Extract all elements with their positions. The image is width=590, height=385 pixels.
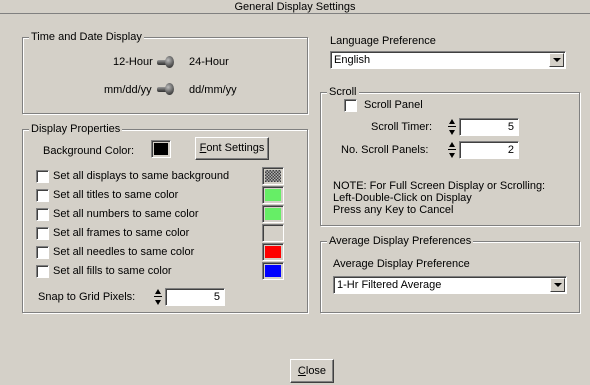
- same-frames-checkbox[interactable]: [36, 227, 49, 240]
- snap-grid-input[interactable]: 5: [165, 288, 225, 306]
- spin-down-icon: [449, 153, 455, 158]
- spin-down-icon: [155, 300, 161, 305]
- spin-up-icon: [155, 289, 161, 294]
- close-accel: C: [297, 365, 306, 377]
- scroll-panels-label: No. Scroll Panels:: [341, 144, 429, 156]
- scroll-timer-label: Scroll Timer:: [371, 121, 433, 133]
- display-properties-legend: Display Properties: [29, 123, 123, 135]
- scroll-timer-spinner[interactable]: [448, 118, 457, 136]
- mm-dd-yy-label: mm/dd/yy: [104, 84, 152, 96]
- average-select[interactable]: 1-Hr Filtered Average: [333, 276, 567, 294]
- same-background-label: Set all displays to same background: [53, 170, 230, 182]
- time-date-group: Time and Date Display 12-Hour 24-Hour mm…: [22, 31, 308, 114]
- background-pattern-swatch[interactable]: [262, 167, 284, 185]
- date-format-toggle[interactable]: [155, 82, 175, 96]
- chevron-down-icon[interactable]: [549, 53, 564, 67]
- scroll-panels-input[interactable]: 2: [459, 141, 519, 159]
- average-legend: Average Display Preferences: [327, 235, 474, 247]
- fills-color-fill: [265, 265, 281, 277]
- same-fills-label: Set all fills to same color: [53, 265, 172, 277]
- average-group: Average Display Preferences Average Disp…: [320, 235, 580, 313]
- dd-mm-yy-label: dd/mm/yy: [189, 84, 237, 96]
- close-label: lose: [305, 365, 327, 377]
- chevron-down-icon[interactable]: [550, 278, 565, 292]
- frames-color-swatch[interactable]: [262, 224, 284, 242]
- needles-color-fill: [265, 246, 281, 258]
- spin-divider: [448, 149, 456, 150]
- same-titles-checkbox[interactable]: [36, 189, 49, 202]
- snap-grid-spinner[interactable]: [154, 288, 163, 306]
- language-select[interactable]: English: [330, 51, 566, 69]
- toggle-knob: [165, 83, 174, 95]
- numbers-color-fill: [265, 208, 281, 220]
- scroll-timer-input[interactable]: 5: [459, 118, 519, 136]
- spin-up-icon: [449, 119, 455, 124]
- display-properties-group: Display Properties Background Color: Fon…: [22, 123, 308, 313]
- scroll-panel-label: Scroll Panel: [364, 99, 423, 111]
- same-needles-label: Set all needles to same color: [53, 246, 195, 258]
- scroll-note-line-3: Press any Key to Cancel: [333, 204, 454, 216]
- same-numbers-checkbox[interactable]: [36, 208, 49, 221]
- language-selected: English: [334, 54, 371, 66]
- snap-grid-label: Snap to Grid Pixels:: [38, 291, 136, 303]
- scroll-group: Scroll Scroll Panel Scroll Timer: 5 No. …: [320, 86, 580, 226]
- spin-divider: [154, 296, 162, 297]
- toggle-knob: [165, 56, 174, 68]
- background-color-label: Background Color:: [43, 145, 135, 157]
- window-title: General Display Settings: [0, 0, 590, 14]
- same-frames-label: Set all frames to same color: [53, 227, 190, 239]
- scroll-panel-checkbox[interactable]: [344, 99, 357, 112]
- same-fills-checkbox[interactable]: [36, 265, 49, 278]
- close-button[interactable]: Close: [290, 359, 334, 383]
- same-titles-label: Set all titles to same color: [53, 189, 179, 201]
- spin-down-icon: [449, 130, 455, 135]
- numbers-color-swatch[interactable]: [262, 205, 284, 223]
- 12-hour-label: 12-Hour: [113, 56, 153, 68]
- average-label: Average Display Preference: [333, 258, 470, 270]
- hour-format-toggle[interactable]: [155, 55, 175, 69]
- language-label: Language Preference: [330, 35, 436, 47]
- spin-divider: [448, 126, 456, 127]
- scroll-panels-spinner[interactable]: [448, 141, 457, 159]
- same-needles-checkbox[interactable]: [36, 246, 49, 259]
- titles-color-swatch[interactable]: [262, 186, 284, 204]
- titles-color-fill: [265, 189, 281, 201]
- background-color-swatch[interactable]: [151, 140, 171, 158]
- spin-up-icon: [449, 142, 455, 147]
- font-settings-button[interactable]: Font Settings: [195, 137, 269, 160]
- time-date-legend: Time and Date Display: [29, 31, 144, 43]
- pattern-fill: [265, 170, 281, 182]
- frames-color-fill: [265, 227, 281, 239]
- same-numbers-label: Set all numbers to same color: [53, 208, 199, 220]
- font-settings-label: ont Settings: [206, 142, 265, 154]
- background-color-fill: [154, 143, 168, 155]
- 24-hour-label: 24-Hour: [189, 56, 229, 68]
- scroll-legend: Scroll: [327, 86, 359, 98]
- average-selected: 1-Hr Filtered Average: [337, 279, 442, 291]
- fills-color-swatch[interactable]: [262, 262, 284, 280]
- same-background-checkbox[interactable]: [36, 170, 49, 183]
- needles-color-swatch[interactable]: [262, 243, 284, 261]
